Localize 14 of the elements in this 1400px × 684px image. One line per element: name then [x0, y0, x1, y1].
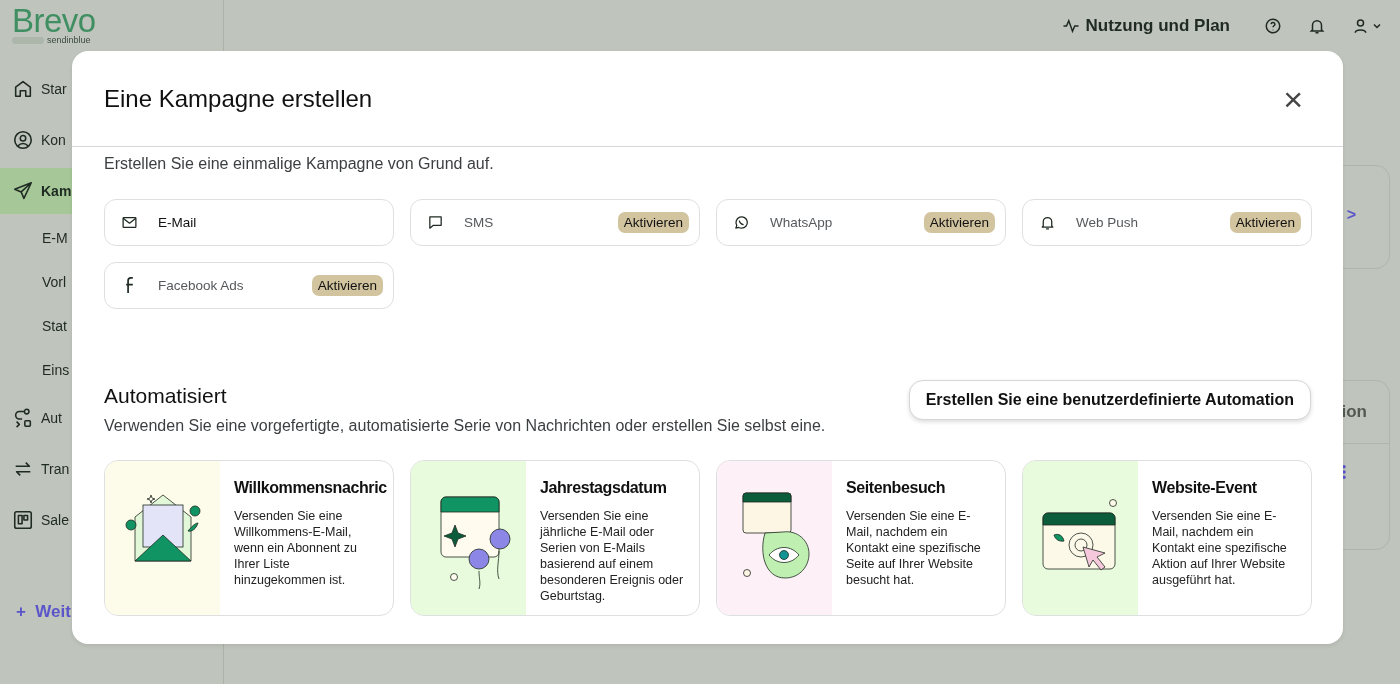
section-title: Automatisiert — [104, 383, 228, 408]
section-description: Verwenden Sie eine vorgefertigte, automatisierte Serie von Nachrichten oder erstellen Sie selbst eine. — [104, 417, 826, 435]
card-description: Versenden Sie eine E-Mail, nachdem ein Kontakt eine spezifische Aktion auf Ihrer Website ausgeführt hat. — [1152, 508, 1288, 588]
dialog-title: Eine Kampagne erstellen — [104, 84, 373, 113]
brand-subtitle: sendinblue — [47, 35, 91, 45]
card-description: Versenden Sie eine E-Mail, nachdem ein Kontakt eine spezifische Seite auf Ihrer Website besucht hat. — [846, 508, 982, 588]
card-title: Willkommensnachric — [234, 479, 387, 497]
card-title: Website-Event — [1152, 479, 1258, 497]
card-heading: ion — [1341, 402, 1367, 422]
card-description: Versenden Sie eine jährliche E-Mail oder Serien von E-Mails basierend auf einem besonderen Ereignis oder Geburtstag. — [540, 508, 685, 604]
card-title: Seitenbesuch — [846, 479, 947, 497]
intro-text: Erstellen Sie eine einmalige Kampagne von Grund auf. — [104, 155, 495, 173]
card-description: Versenden Sie eine Willkommens-E-Mail, wenn ein Abonnent zu Ihrer Liste hinzugekommen ist. — [234, 508, 359, 588]
card-title: Jahrestagsdatum — [540, 479, 668, 497]
